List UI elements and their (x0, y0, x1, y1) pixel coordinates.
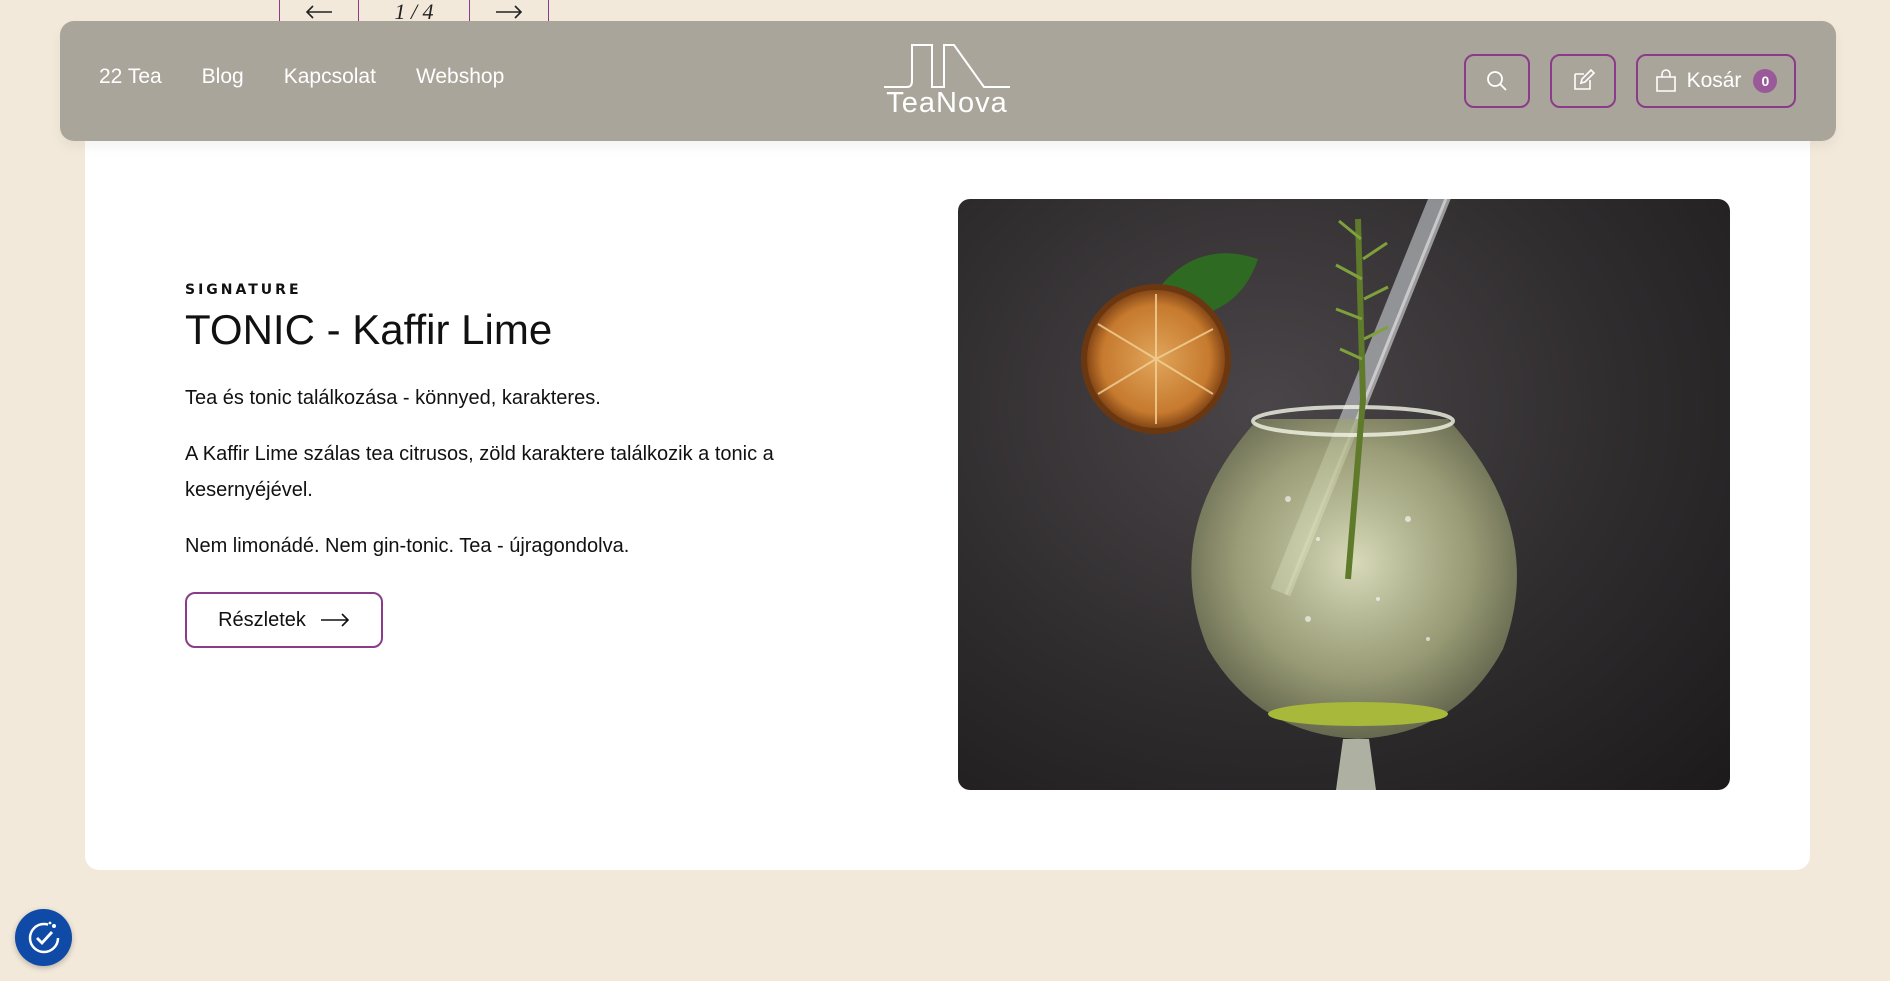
edit-button[interactable] (1550, 54, 1616, 108)
tonic-glass-illustration (1081, 199, 1517, 790)
search-icon (1487, 71, 1507, 91)
product-paragraph-1: Tea és tonic találkozása - könnyed, kara… (185, 387, 601, 409)
main-nav: 22 Tea Blog Kapcsolat Webshop (99, 65, 504, 89)
product-title: TONIC - Kaffir Lime (185, 306, 553, 353)
cart-button[interactable]: Kosár 0 (1636, 54, 1796, 108)
nav-item-blog[interactable]: Blog (202, 65, 244, 89)
nav-item-22-tea[interactable]: 22 Tea (99, 65, 162, 89)
product-card: SIGNATURE TONIC - Kaffir Lime Tea és ton… (85, 120, 1810, 870)
edit-icon (1574, 69, 1595, 90)
cart-label: Kosár (1686, 69, 1742, 92)
site-logo[interactable]: TeaNova (882, 41, 1012, 141)
details-button-label: Részletek (218, 608, 306, 631)
nav-item-webshop[interactable]: Webshop (416, 65, 504, 89)
site-header: 22 Tea Blog Kapcsolat Webshop TeaNova Ko… (60, 21, 1836, 141)
nav-item-kapcsolat[interactable]: Kapcsolat (284, 65, 376, 89)
arrow-right-icon (496, 4, 523, 19)
cart-count-badge: 0 (1753, 69, 1778, 93)
logo-text: TeaNova (886, 87, 1008, 119)
arrow-right-icon (320, 613, 350, 627)
logo-mark-icon (884, 44, 1010, 88)
product-text: SIGNATURE TONIC - Kaffir Lime Tea és ton… (185, 282, 865, 648)
search-button[interactable] (1464, 54, 1530, 108)
arrow-left-icon (305, 4, 332, 19)
details-button[interactable]: Részletek (185, 592, 383, 648)
product-paragraph-3: Nem limonádé. Nem gin-tonic. Tea - újrag… (185, 535, 630, 557)
product-paragraph-2: A Kaffir Lime szálas tea citrusos, zöld … (185, 443, 774, 501)
header-actions: Kosár 0 (1464, 54, 1796, 108)
product-photo (958, 199, 1730, 790)
shopping-bag-icon (1655, 69, 1676, 92)
cookie-check-icon (28, 921, 59, 953)
product-eyebrow: SIGNATURE (185, 282, 302, 298)
cookie-settings-button[interactable] (15, 909, 72, 966)
